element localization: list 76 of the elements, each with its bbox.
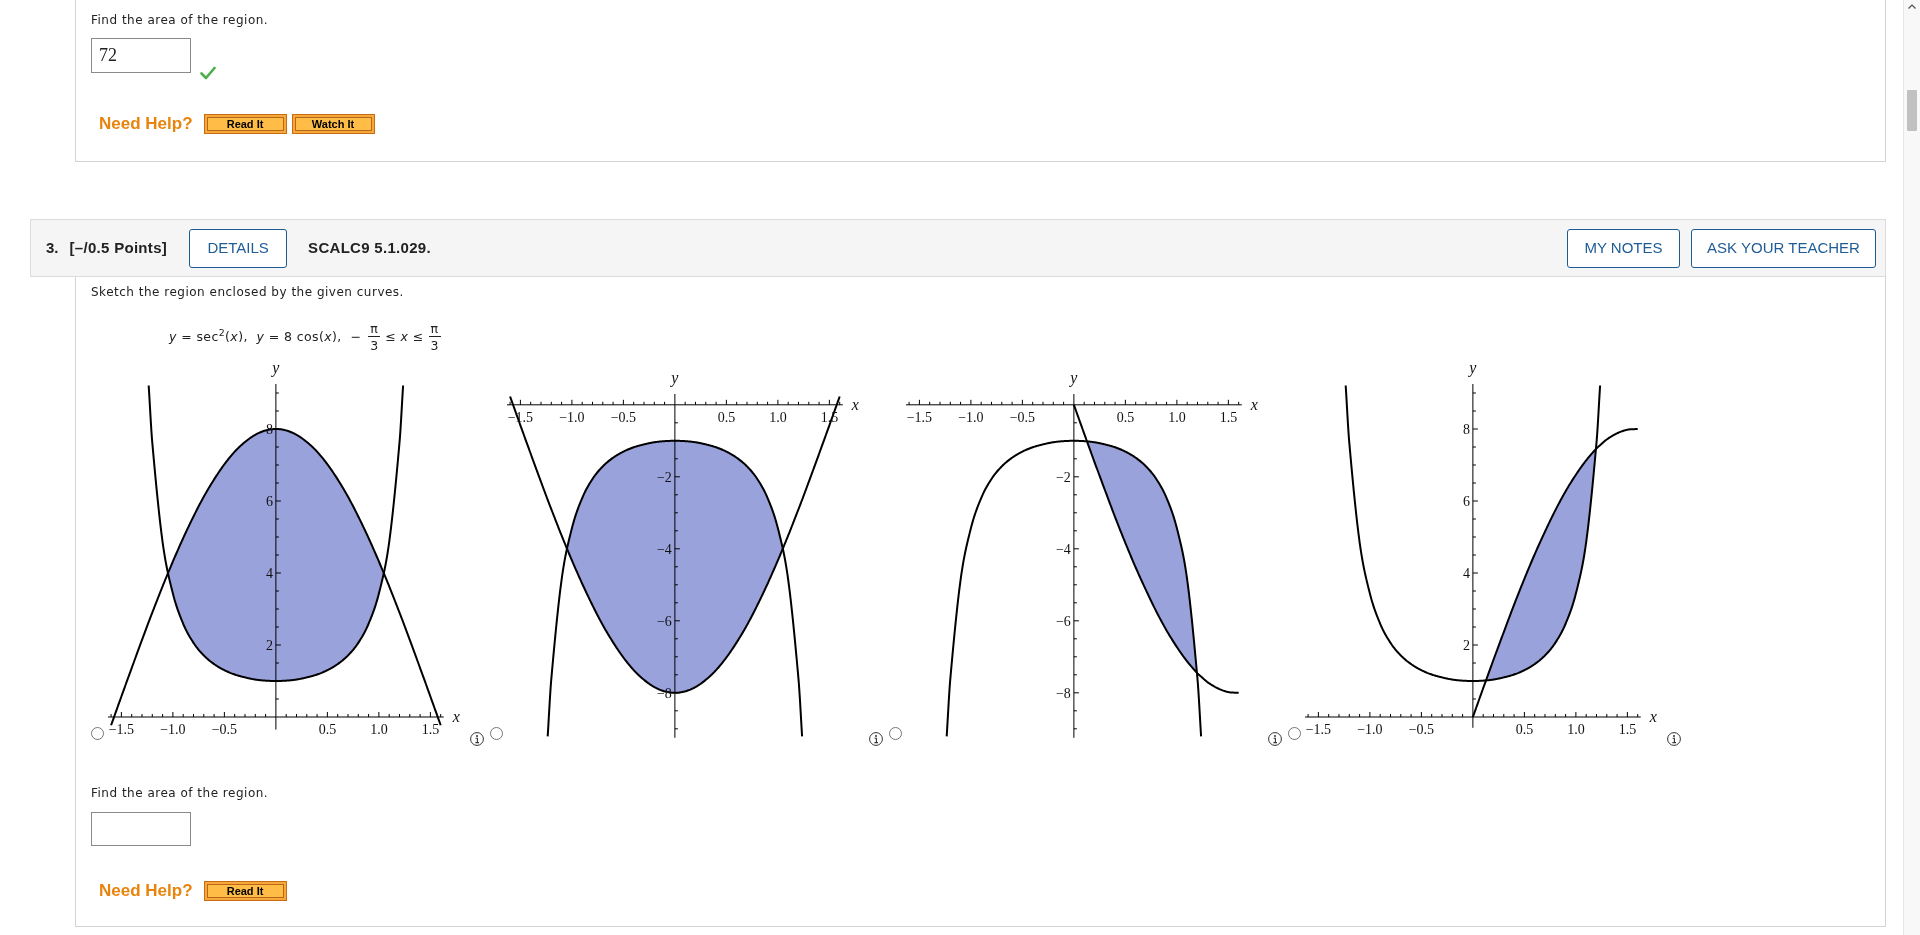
tick-label: 6 [265,494,273,509]
tick-label: −1.5 [906,410,933,425]
fraction-numerator: π [368,321,381,337]
axis-label: x [452,708,460,725]
tick-label: 4 [1462,566,1470,581]
tick-label: −0.5 [1009,410,1036,425]
fraction-numerator: π [428,321,441,337]
tick-label: −1.0 [160,722,186,737]
tick-label: 1.5 [1219,410,1238,425]
help-button[interactable]: Read It [203,881,287,901]
axis-label: y [1070,370,1078,387]
tick-label: 1.5 [1618,722,1637,737]
tick-label: 1.0 [769,410,787,425]
axis-label: y [1469,360,1477,376]
tick-label: −1.5 [108,722,135,737]
axis-label: y [671,370,679,387]
tick-label: −8 [1056,686,1071,701]
caret-icon[interactable] [1908,4,1916,9]
axis-label: x [1649,708,1657,725]
fraction-denominator: 3 [430,337,439,353]
ask-teacher-button[interactable]: ASK YOUR TEACHER [1691,228,1876,268]
axis-label: x [851,396,859,413]
axis-label: x [1250,396,1258,413]
tick-label: −4 [657,542,672,557]
tick-label: 0.5 [1515,722,1534,737]
tick-label: −0.5 [211,722,238,737]
tick-label: 6 [1462,494,1470,509]
radio-button[interactable] [91,727,104,740]
tick-label: 0.5 [318,722,337,737]
tick-label: −1.0 [958,410,984,425]
help-button[interactable]: Read It [203,114,287,134]
area-prompt: Find the area of the region. [91,13,270,27]
equation-text: y = sec$^{2}$(x), y = 8 cos(x), − [169,327,362,346]
tick-label: 2 [1462,638,1470,653]
tick-label: −1.0 [1357,722,1383,737]
tick-label: 8 [1462,422,1470,437]
tick-label: 0.5 [717,410,736,425]
tick-label: −6 [657,614,672,629]
tick-label: 1.0 [1567,722,1585,737]
question-code: SCALC9 5.1.029. [308,237,431,258]
details-button[interactable]: DETAILS [189,228,288,268]
answer-field[interactable] [91,812,191,846]
equation-text: ≤ x ≤ [385,327,424,346]
help-label: Need Help? [99,881,193,901]
info-icon[interactable] [470,732,484,746]
tick-label: −0.5 [1408,722,1435,737]
radio-button[interactable] [490,727,503,740]
tick-label: −6 [1056,614,1071,629]
instruction-text: Sketch the region enclosed by the given curves. [91,285,405,299]
points-label: [–/0.5 Points] [69,237,168,258]
tick-label: −2 [657,470,672,485]
tick-label: 2 [265,638,273,653]
axis-label: y [272,360,280,376]
help-button[interactable]: Watch It [291,114,375,134]
tick-label: 1.5 [421,722,440,737]
fraction-denominator: 3 [370,337,379,353]
info-icon[interactable] [1667,732,1681,746]
tick-label: 1.0 [1168,410,1186,425]
tick-label: 0.5 [1116,410,1135,425]
help-label: Need Help? [99,114,193,134]
radio-button[interactable] [1288,727,1301,740]
tick-label: −1.0 [559,410,585,425]
tick-label: −4 [1056,542,1071,557]
info-icon[interactable] [869,732,883,746]
area-prompt: Find the area of the region. [91,786,270,800]
radio-button[interactable] [889,727,902,740]
question-number: 3. [46,237,59,258]
tick-label: −0.5 [610,410,637,425]
tick-label: 1.0 [370,722,388,737]
answer-field[interactable]: 72 [91,38,191,73]
scrollbar-thumb[interactable] [1907,90,1917,131]
notes-button[interactable]: MY NOTES [1567,228,1680,268]
tick-label: 4 [265,566,273,581]
tick-label: −2 [1056,470,1071,485]
tick-label: −1.5 [1305,722,1332,737]
info-icon[interactable] [1268,732,1282,746]
